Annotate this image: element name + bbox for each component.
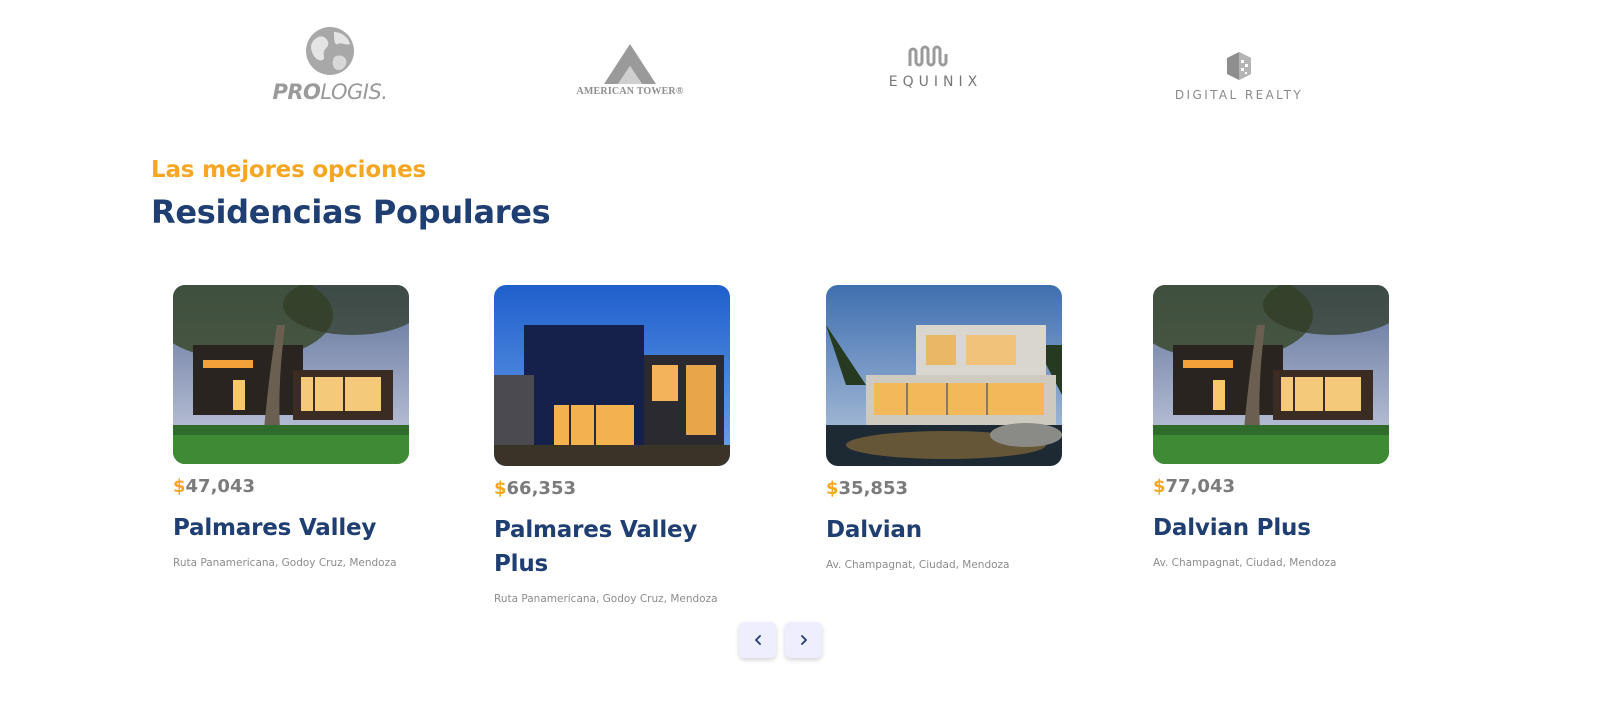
residence-card[interactable]: $47,043 Palmares Valley Ruta Panamerican… (173, 285, 413, 569)
globe-icon (306, 27, 354, 75)
residence-card[interactable]: $66,353 Palmares Valley Plus Ruta Paname… (494, 285, 734, 605)
residence-address: Ruta Panamericana, Godoy Cruz, Mendoza (494, 593, 718, 605)
section-kicker: Las mejores opciones (151, 157, 427, 183)
section-title: Residencias Populares (151, 193, 551, 231)
price: $35,853 (826, 478, 1066, 499)
currency-symbol: $ (826, 478, 839, 499)
equinix-wave-icon (908, 45, 948, 67)
digital-cube-icon (1227, 52, 1251, 80)
residence-name[interactable]: Dalvian Plus (1153, 511, 1393, 545)
equinix-logo: EQUINIX (878, 44, 988, 90)
currency-symbol: $ (1153, 476, 1166, 497)
residence-address: Av. Champagnat, Ciudad, Mendoza (1153, 557, 1337, 569)
tower-triangle-icon (604, 44, 656, 84)
price: $66,353 (494, 478, 734, 499)
price: $77,043 (1153, 476, 1393, 497)
residence-address: Av. Champagnat, Ciudad, Mendoza (826, 559, 1010, 571)
residence-name[interactable]: Dalvian (826, 513, 1066, 547)
price-value: 77,043 (1165, 476, 1235, 497)
prologis-logo: PROLOGIS. (262, 26, 398, 104)
american-tower-logo: AMERICAN TOWER® (560, 44, 700, 97)
residence-name[interactable]: Palmares Valley Plus (494, 513, 734, 581)
chevron-right-icon (800, 635, 807, 645)
price-value: 47,043 (185, 476, 255, 497)
american-tower-name: AMERICAN TOWER® (576, 86, 684, 97)
price: $47,043 (173, 476, 413, 497)
chevron-left-icon (754, 635, 761, 645)
residence-image (494, 285, 730, 466)
residence-image (173, 285, 409, 464)
residence-image (1153, 285, 1389, 464)
price-value: 66,353 (506, 478, 576, 499)
residence-address: Ruta Panamericana, Godoy Cruz, Mendoza (173, 557, 397, 569)
residence-image (826, 285, 1062, 466)
price-value: 35,853 (838, 478, 908, 499)
digital-realty-logo: DIGITAL REALTY (1168, 50, 1310, 102)
prologis-bold: PRO (272, 80, 321, 104)
carousel-next-button[interactable] (785, 622, 822, 658)
currency-symbol: $ (173, 476, 186, 497)
partner-logos: PROLOGIS. AMERICAN TOWER® EQUINIX DIGITA… (0, 0, 1600, 130)
prologis-light: LOGIS. (320, 80, 388, 104)
currency-symbol: $ (494, 478, 507, 499)
residence-card[interactable]: $35,853 Dalvian Av. Champagnat, Ciudad, … (826, 285, 1066, 571)
residence-card[interactable]: $77,043 Dalvian Plus Av. Champagnat, Ciu… (1153, 285, 1393, 569)
residence-name[interactable]: Palmares Valley (173, 511, 413, 545)
equinix-name: EQUINIX (888, 74, 983, 90)
digital-realty-name: DIGITAL REALTY (1174, 88, 1304, 102)
carousel-prev-button[interactable] (739, 622, 776, 658)
